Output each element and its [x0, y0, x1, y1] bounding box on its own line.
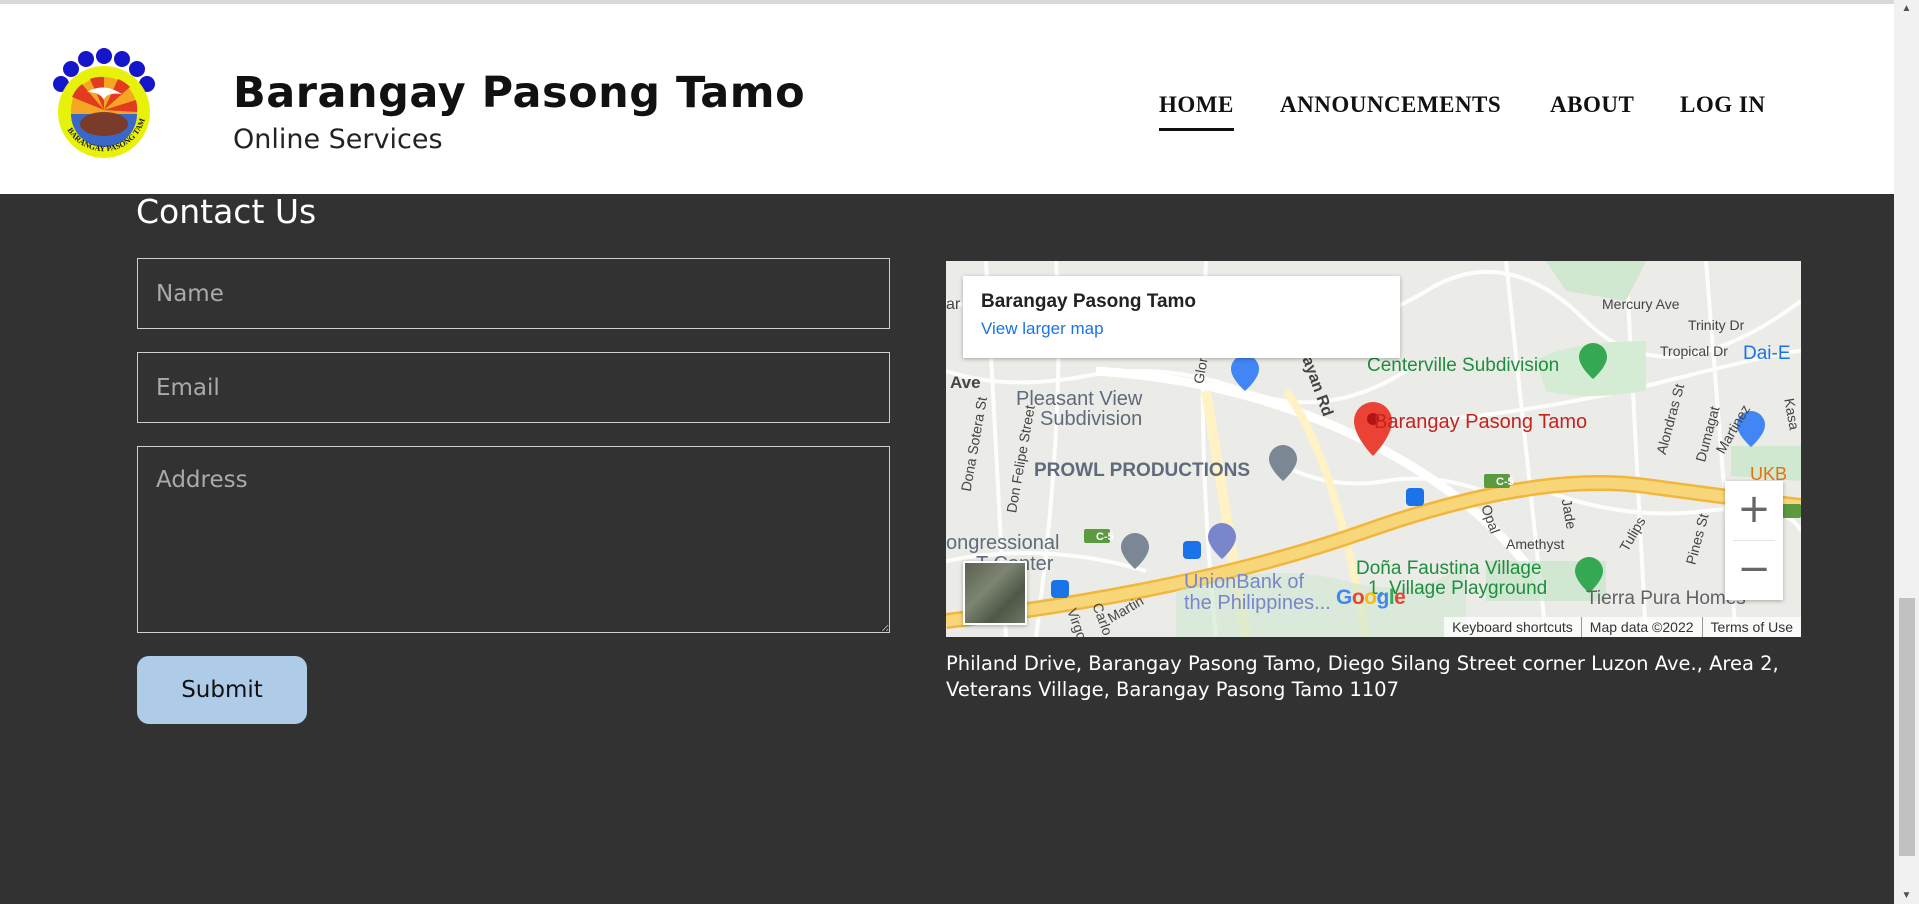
terms-of-use-link[interactable]: Terms of Use	[1701, 617, 1801, 637]
map-label: Tropical Dr	[1660, 343, 1728, 359]
zoom-out-button[interactable]: −	[1725, 541, 1783, 600]
submit-button[interactable]: Submit	[137, 656, 307, 724]
map-label: Tierra Pura Homes	[1586, 588, 1746, 609]
zoom-in-button[interactable]: +	[1725, 481, 1783, 540]
map-data-text: Map data ©2022	[1580, 617, 1702, 637]
marker-label: Barangay Pasong Tamo	[1374, 411, 1588, 433]
address-text: Philand Drive, Barangay Pasong Tamo, Die…	[946, 652, 1779, 701]
map-label: PROWL PRODUCTIONS	[1034, 460, 1251, 481]
scroll-down-arrow[interactable]: ▼	[1894, 887, 1919, 904]
scrollbar-thumb[interactable]	[1899, 598, 1915, 856]
map-label: the Philippines...	[1184, 592, 1331, 614]
address-field[interactable]	[137, 446, 890, 633]
road-shield: C-5	[1496, 476, 1514, 488]
google-map[interactable]: Pleasant View Subdivision PROWL PRODUCTI…	[946, 261, 1801, 637]
map-label: Amethyst	[1506, 536, 1565, 552]
nav-about[interactable]: ABOUT	[1550, 92, 1634, 118]
barangay-seal-logo[interactable]: BARANGAY PASONG TAMO	[42, 42, 167, 167]
site-subtitle: Online Services	[233, 124, 443, 155]
map-label: Doña Faustina Village	[1356, 558, 1542, 579]
map-info-card: Barangay Pasong Tamo View larger map	[963, 276, 1400, 358]
map-label: Centerville Subdivision	[1367, 355, 1560, 376]
site-header: BARANGAY PASONG TAMO Barangay Pasong Tam…	[0, 4, 1894, 194]
nav-log-in[interactable]: LOG IN	[1680, 92, 1765, 118]
email-field[interactable]	[137, 352, 890, 423]
name-field[interactable]	[137, 258, 890, 329]
site-title: Barangay Pasong Tamo	[233, 68, 806, 118]
map-label: Dai-E	[1743, 343, 1791, 364]
view-larger-map-link[interactable]: View larger map	[981, 319, 1382, 339]
satellite-toggle[interactable]	[963, 561, 1027, 625]
map-place-name: Barangay Pasong Tamo	[981, 291, 1197, 312]
nav-announcements[interactable]: ANNOUNCEMENTS	[1280, 92, 1501, 118]
zoom-controls: + −	[1725, 481, 1783, 600]
google-logo: Google	[1336, 586, 1406, 609]
contact-heading: Contact Us	[136, 192, 317, 231]
map-attribution: Keyboard shortcuts Map data ©2022 Terms …	[1444, 617, 1801, 637]
road-shield: C-5	[1096, 531, 1114, 543]
map-label: ongressional	[946, 532, 1060, 554]
map-label: Mercury Ave	[1602, 296, 1680, 312]
map-label: Subdivision	[1040, 408, 1143, 430]
map-label: Trinity Dr	[1688, 317, 1745, 333]
nav-home[interactable]: HOME	[1159, 92, 1234, 131]
keyboard-shortcuts-link[interactable]: Keyboard shortcuts	[1444, 617, 1581, 637]
map-label: ar	[946, 296, 961, 313]
map-label: Ave	[950, 373, 981, 392]
map-label: UnionBank of	[1184, 571, 1305, 593]
scroll-up-arrow[interactable]: ▲	[1894, 0, 1919, 17]
